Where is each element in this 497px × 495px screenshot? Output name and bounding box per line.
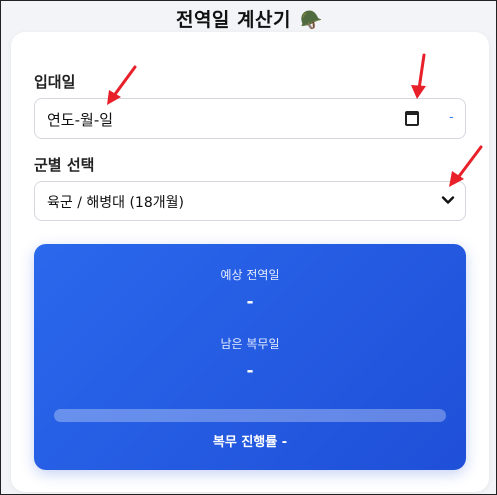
progress-text: 복무 진행률 - (212, 435, 288, 450)
remaining-days-value: - (246, 361, 254, 381)
enlistment-date-label: 입대일 (34, 73, 76, 91)
remaining-days-label: 남은 복무일 (220, 337, 280, 351)
annotation-arrow-icon (411, 53, 426, 99)
annotation-arrow-icon (449, 145, 483, 187)
branch-select-label: 군별 선택 (34, 156, 95, 174)
progress-bar (54, 409, 446, 422)
annotation-arrow-icon (107, 65, 137, 105)
page-title: 전역일 계산기 🪖 (1, 5, 497, 32)
result-panel: 예상 전역일 - 남은 복무일 - 복무 진행률 - (34, 244, 466, 470)
discharge-date-label: 예상 전역일 (220, 268, 280, 282)
app-window: 전역일 계산기 🪖 입대일 연도-월-일 - 군별 선택 육군 / 해병대 (1… (0, 0, 497, 495)
discharge-date-value: - (246, 292, 254, 312)
enlistment-date-value: 연도-월-일 (47, 111, 114, 129)
enlistment-date-input[interactable]: 연도-월-일 - (34, 98, 466, 139)
date-suffix: - (449, 110, 454, 125)
branch-select[interactable]: 육군 / 해병대 (18개월) (34, 181, 466, 221)
branch-selected-value: 육군 / 해병대 (18개월) (47, 195, 184, 211)
chevron-down-icon[interactable] (441, 193, 455, 207)
page-title-text: 전역일 계산기 (175, 9, 291, 31)
calendar-icon[interactable] (405, 111, 419, 126)
helmet-icon: 🪖 (300, 10, 324, 31)
